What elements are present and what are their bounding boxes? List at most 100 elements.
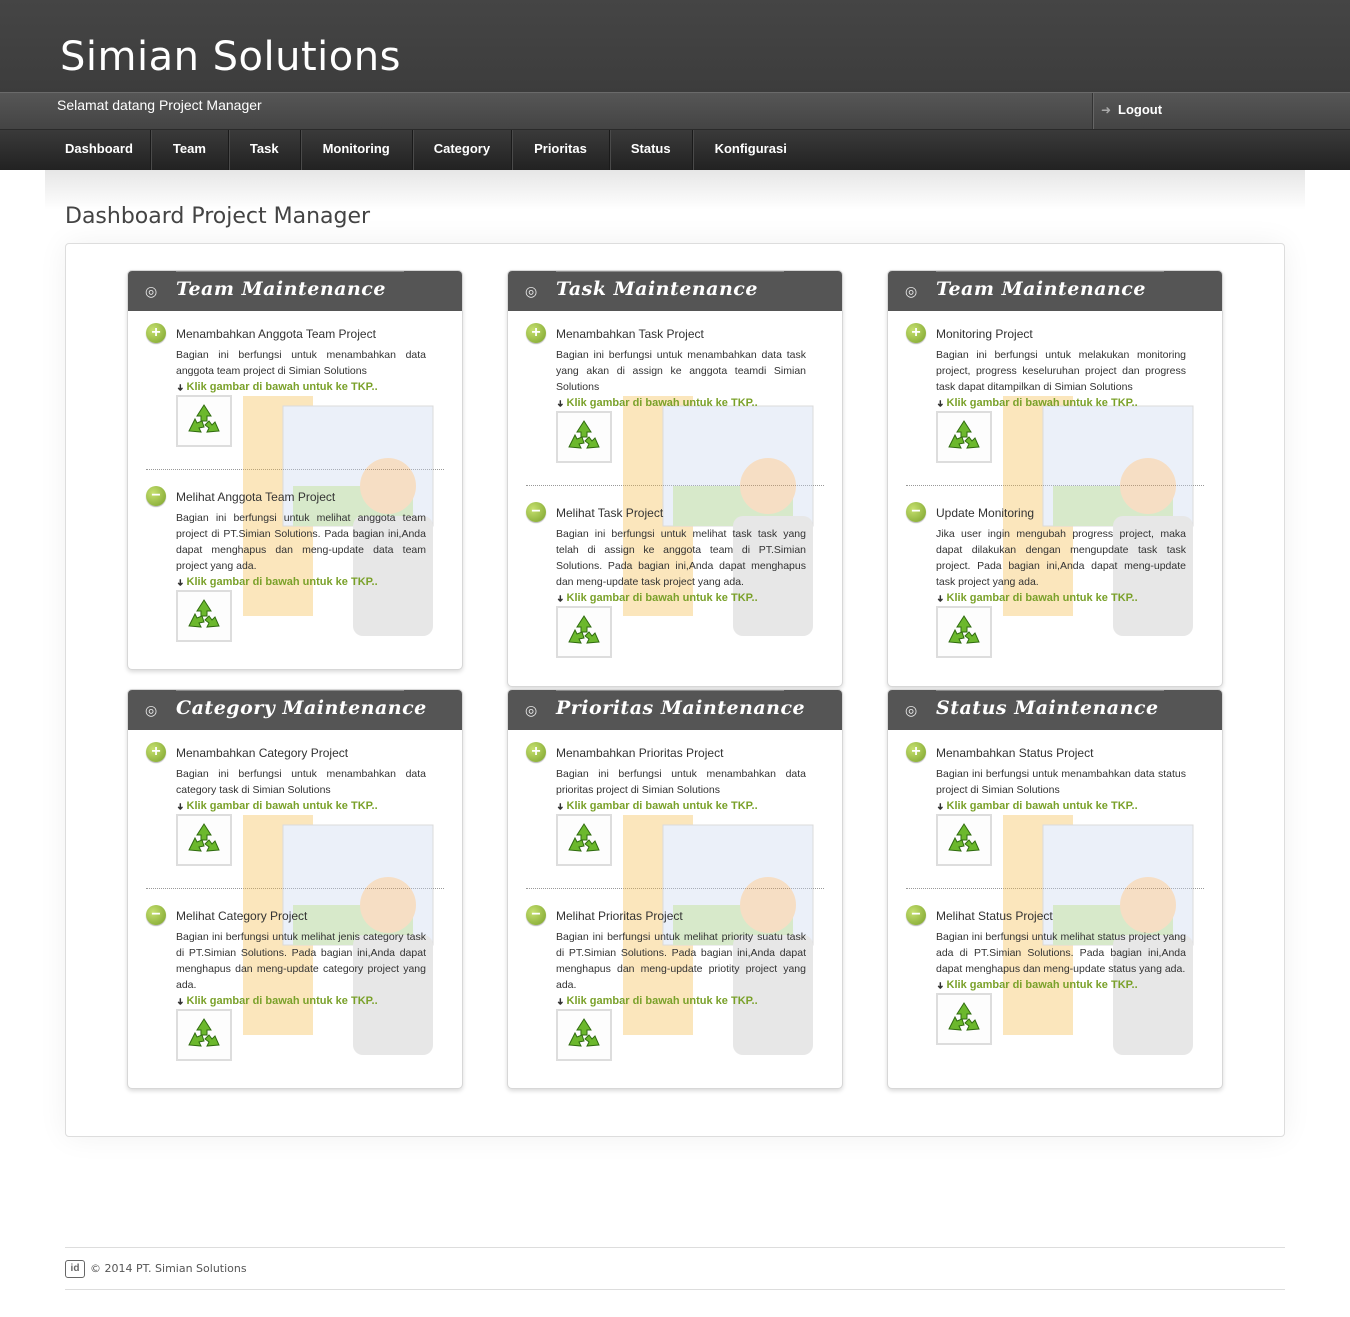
site-brand[interactable]: Simian Solutions (60, 34, 401, 80)
section-divider (906, 485, 1204, 486)
minus-icon: − (906, 905, 926, 925)
plus-icon: + (146, 742, 166, 762)
card-title: Task Maintenance (556, 278, 758, 300)
card-section: + Menambahkan Task Project Bagian ini berf… (526, 323, 824, 463)
section-title: Melihat Category Project (176, 909, 308, 923)
recycle-icon[interactable] (176, 590, 232, 642)
recycle-icon[interactable] (556, 411, 612, 463)
plus-icon: + (906, 742, 926, 762)
card-title: Category Maintenance (176, 697, 427, 719)
minus-icon: − (526, 502, 546, 522)
recycle-icon[interactable] (936, 411, 992, 463)
maintenance-card: ◎ Team Maintenance + Monitoring Project Bagi… (887, 270, 1223, 687)
section-link[interactable]: ➜Klik gambar di bawah untuk ke TKP.. (935, 397, 1204, 409)
recycle-icon[interactable] (556, 606, 612, 658)
nav-item-task[interactable]: Task (229, 130, 301, 170)
card-section: − Melihat Prioritas Project Bagian ini ber… (526, 905, 824, 1061)
recycle-icon[interactable] (556, 1009, 612, 1061)
section-link[interactable]: ➜Klik gambar di bawah untuk ke TKP.. (555, 592, 824, 604)
recycle-icon[interactable] (936, 606, 992, 658)
section-title: Melihat Status Project (936, 909, 1053, 923)
arrow-down-icon: ➜ (175, 578, 186, 587)
minus-icon: − (526, 905, 546, 925)
nav-item-konfigurasi[interactable]: Konfigurasi (693, 130, 809, 170)
section-link[interactable]: ➜Klik gambar di bawah untuk ke TKP.. (935, 800, 1204, 812)
welcome-bar: Selamat datang Project Manager ➜ Logout (0, 92, 1350, 130)
section-divider (906, 888, 1204, 889)
logout-button[interactable]: ➜ Logout (1092, 93, 1350, 129)
maintenance-card: ◎ Category Maintenance + Menambahkan Catego… (127, 689, 463, 1089)
card-section: + Menambahkan Status Project Bagian ini be… (906, 742, 1204, 866)
section-link-label: Klik gambar di bawah untuk ke TKP.. (186, 800, 378, 812)
arrow-down-icon: ➜ (555, 997, 566, 1006)
section-link-label: Klik gambar di bawah untuk ke TKP.. (946, 397, 1138, 409)
arrow-down-icon: ➜ (175, 997, 186, 1006)
footer-divider-top (65, 1247, 1285, 1248)
card-section: − Melihat Category Project Bagian ini berf… (146, 905, 444, 1061)
section-title: Monitoring Project (936, 327, 1033, 341)
section-link[interactable]: ➜Klik gambar di bawah untuk ke TKP.. (175, 995, 444, 1007)
section-link-label: Klik gambar di bawah untuk ke TKP.. (186, 995, 378, 1007)
section-link[interactable]: ➜Klik gambar di bawah untuk ke TKP.. (175, 800, 444, 812)
section-title: Menambahkan Task Project (556, 327, 704, 341)
section-description: Bagian ini berfungsi untuk menambahkan d… (556, 349, 806, 393)
plus-icon: + (526, 742, 546, 762)
nav-item-dashboard[interactable]: Dashboard (48, 130, 151, 170)
section-link-label: Klik gambar di bawah untuk ke TKP.. (946, 592, 1138, 604)
logout-label: Logout (1118, 102, 1163, 117)
card-section: + Monitoring Project Bagian ini berfungsi … (906, 323, 1204, 463)
spiral-icon: ◎ (145, 283, 158, 299)
section-divider (146, 888, 444, 889)
card-header: ◎ Category Maintenance (128, 690, 462, 730)
spiral-icon: ◎ (145, 702, 158, 718)
section-divider (526, 485, 824, 486)
section-divider (146, 469, 444, 470)
recycle-icon[interactable] (556, 814, 612, 866)
section-description: Bagian ini berfungsi untuk melakukan mon… (936, 349, 1186, 393)
nav-item-team[interactable]: Team (151, 130, 229, 170)
section-title: Menambahkan Category Project (176, 746, 349, 760)
section-link[interactable]: ➜Klik gambar di bawah untuk ke TKP.. (555, 995, 824, 1007)
spiral-icon: ◎ (905, 702, 918, 718)
nav-item-status[interactable]: Status (610, 130, 693, 170)
section-description: Bagian ini berfungsi untuk melihat jenis… (176, 931, 426, 991)
section-link[interactable]: ➜Klik gambar di bawah untuk ke TKP.. (175, 381, 444, 393)
maintenance-card: ◎ Prioritas Maintenance + Menambahkan Prior… (507, 689, 843, 1089)
recycle-icon[interactable] (176, 1009, 232, 1061)
section-title: Melihat Task Project (556, 506, 664, 520)
recycle-icon[interactable] (176, 395, 232, 447)
section-description: Jika user ingin mengubah progress projec… (936, 528, 1186, 588)
section-link[interactable]: ➜Klik gambar di bawah untuk ke TKP.. (175, 576, 444, 588)
section-link[interactable]: ➜Klik gambar di bawah untuk ke TKP.. (555, 397, 824, 409)
welcome-text: Selamat datang Project Manager (57, 97, 262, 113)
nav-item-prioritas[interactable]: Prioritas (512, 130, 610, 170)
card-section: + Menambahkan Category Project Bagian ini … (146, 742, 444, 866)
maintenance-card: ◎ Status Maintenance + Menambahkan Status P… (887, 689, 1223, 1089)
arrow-down-icon: ➜ (555, 802, 566, 811)
section-link[interactable]: ➜Klik gambar di bawah untuk ke TKP.. (935, 979, 1204, 991)
recycle-icon[interactable] (936, 993, 992, 1045)
spiral-icon: ◎ (525, 283, 538, 299)
section-link-label: Klik gambar di bawah untuk ke TKP.. (566, 800, 758, 812)
minus-icon: − (906, 502, 926, 522)
arrow-down-icon: ➜ (555, 594, 566, 603)
section-title: Menambahkan Status Project (936, 746, 1094, 760)
recycle-icon[interactable] (936, 814, 992, 866)
section-link-label: Klik gambar di bawah untuk ke TKP.. (566, 995, 758, 1007)
nav-item-category[interactable]: Category (413, 130, 513, 170)
card-header: ◎ Task Maintenance (508, 271, 842, 311)
section-description: Bagian ini berfungsi untuk menambahkan d… (556, 768, 806, 796)
recycle-icon[interactable] (176, 814, 232, 866)
card-title: Team Maintenance (176, 278, 386, 300)
arrow-down-icon: ➜ (555, 399, 566, 408)
section-link[interactable]: ➜Klik gambar di bawah untuk ke TKP.. (935, 592, 1204, 604)
nav-item-monitoring[interactable]: Monitoring (301, 130, 413, 170)
card-header: ◎ Status Maintenance (888, 690, 1222, 730)
section-link[interactable]: ➜Klik gambar di bawah untuk ke TKP.. (555, 800, 824, 812)
card-header: ◎ Prioritas Maintenance (508, 690, 842, 730)
arrow-down-icon: ➜ (175, 802, 186, 811)
section-link-label: Klik gambar di bawah untuk ke TKP.. (186, 576, 378, 588)
section-link-label: Klik gambar di bawah untuk ke TKP.. (566, 397, 758, 409)
footer-divider-bottom (65, 1289, 1285, 1290)
spiral-icon: ◎ (905, 283, 918, 299)
